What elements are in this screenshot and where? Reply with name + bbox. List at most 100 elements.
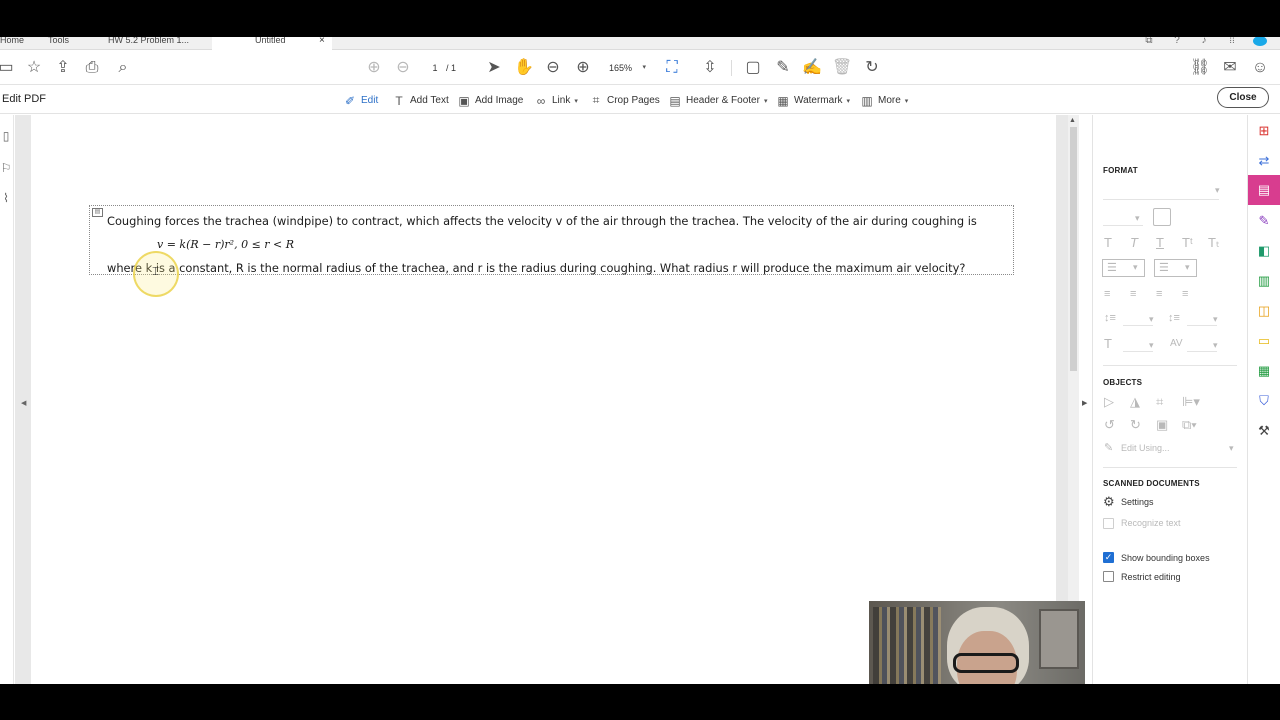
problem-text-line-1[interactable]: Coughing forces the trachea (windpipe) t… xyxy=(107,214,977,228)
vertical-scrollbar[interactable]: ▲ xyxy=(1068,115,1079,684)
crop-object-icon[interactable]: ⌗ xyxy=(1156,395,1163,409)
header-footer-button[interactable]: ▤ Header & Footer ▾ xyxy=(668,93,767,108)
align-justify-icon[interactable]: ≡ xyxy=(1182,287,1188,301)
flip-horizontal-icon[interactable]: ▷ xyxy=(1104,395,1114,409)
horizontal-scale-icon[interactable]: T xyxy=(1104,337,1112,351)
tab-untitled[interactable]: Untitled xyxy=(212,37,332,50)
print-icon[interactable]: ⎙ xyxy=(82,58,102,78)
expand-right-icon[interactable]: ▶ xyxy=(1082,399,1087,407)
zoom-select[interactable]: 165% ▾ xyxy=(604,60,650,76)
prev-page-icon[interactable]: ⊕ xyxy=(364,58,384,78)
char-spacing-select[interactable] xyxy=(1187,351,1217,352)
highlight-icon[interactable]: ✎ xyxy=(773,58,793,78)
show-bounding-boxes-checkbox[interactable]: ✓ xyxy=(1103,552,1114,563)
scroll-up-icon[interactable]: ▲ xyxy=(1069,117,1076,124)
star-icon[interactable]: ☆ xyxy=(24,58,44,78)
close-button[interactable]: Close xyxy=(1217,87,1269,108)
scan-ocr-icon[interactable]: ▦ xyxy=(1256,363,1272,379)
edit-tool-button[interactable]: ✐ Edit xyxy=(343,93,378,108)
more-button[interactable]: ▥ More ▾ xyxy=(860,93,908,108)
user-icon[interactable]: ☺ xyxy=(1250,58,1270,78)
combine-files-icon[interactable]: ◫ xyxy=(1256,303,1272,319)
fill-sign-icon[interactable]: ✎ xyxy=(1256,213,1272,229)
more-tools-icon[interactable]: ⚒ xyxy=(1256,423,1272,439)
protect-icon[interactable]: ⛉ xyxy=(1256,393,1272,409)
tab-home[interactable]: Home xyxy=(0,37,44,50)
page-number-input[interactable]: 1 xyxy=(424,60,446,76)
tab-tools[interactable]: Tools xyxy=(48,37,88,50)
replace-image-icon[interactable]: ▣ xyxy=(1156,418,1168,432)
hand-icon[interactable]: ✋ xyxy=(514,58,534,78)
send-review-icon[interactable]: ◧ xyxy=(1256,243,1272,259)
page-thumbnails-icon[interactable]: ▯ xyxy=(0,129,12,143)
paragraph-spacing-icon[interactable]: ↕≡ xyxy=(1168,311,1180,325)
settings-link[interactable]: Settings xyxy=(1121,497,1154,507)
restrict-editing-checkbox[interactable] xyxy=(1103,571,1114,582)
line-spacing-select[interactable] xyxy=(1123,325,1153,326)
text-superscript-icon[interactable]: Tᵗ xyxy=(1182,236,1193,250)
edit-pdf-rail-icon[interactable]: ▤ xyxy=(1256,182,1272,198)
share-window-icon[interactable]: ⧉ xyxy=(1143,37,1155,46)
zoom-in-icon[interactable]: ⊕ xyxy=(573,58,593,78)
bookmark-icon[interactable]: ⚐ xyxy=(0,161,12,175)
comment-icon[interactable]: ▢ xyxy=(743,58,763,78)
create-pdf-icon[interactable]: ⊞ xyxy=(1256,123,1272,139)
gear-icon[interactable]: ⚙ xyxy=(1103,495,1115,509)
pdf-page[interactable] xyxy=(31,115,1056,684)
add-image-button[interactable]: ▣ Add Image xyxy=(457,93,523,108)
font-family-select[interactable] xyxy=(1103,199,1219,200)
rotate-cw-icon[interactable]: ↻ xyxy=(1130,418,1141,432)
text-underline-icon[interactable]: T xyxy=(1156,236,1164,250)
font-help-icon[interactable] xyxy=(1153,208,1171,226)
bell-icon[interactable]: ♪ xyxy=(1198,37,1210,46)
velocity-formula[interactable]: v = k(R − r)r², 0 ≤ r < R xyxy=(157,238,294,251)
char-spacing-icon[interactable]: AV xyxy=(1170,337,1183,351)
select-icon[interactable]: ➤ xyxy=(484,58,504,78)
attachment-icon[interactable]: ⌇ xyxy=(0,191,12,205)
link-button[interactable]: ∞ Link ▾ xyxy=(534,93,578,108)
text-subscript-icon[interactable]: Tₜ xyxy=(1208,236,1220,250)
problem-text-line-2[interactable]: where k is a constant, R is the normal r… xyxy=(107,261,965,275)
comment-rail-icon[interactable]: ▭ xyxy=(1256,333,1272,349)
search-icon[interactable]: ⌕ xyxy=(113,58,133,78)
rotate-icon[interactable]: ↻ xyxy=(862,58,882,78)
flip-vertical-icon[interactable]: ◮ xyxy=(1130,395,1140,409)
edit-using-select[interactable]: Edit Using... xyxy=(1121,443,1170,453)
text-bold-icon[interactable]: T xyxy=(1104,236,1112,250)
export-pdf-icon[interactable]: ⇄ xyxy=(1256,153,1272,169)
scrollbar-thumb[interactable] xyxy=(1070,127,1077,371)
watermark-button[interactable]: ▦ Watermark ▾ xyxy=(776,93,850,108)
zoom-out-icon[interactable]: ⊖ xyxy=(543,58,563,78)
upload-icon[interactable]: ⇪ xyxy=(53,58,73,78)
recognize-text-checkbox[interactable] xyxy=(1103,518,1114,529)
crop-pages-button[interactable]: ⌗ Crop Pages xyxy=(589,93,660,108)
arrange-icon[interactable]: ⧉▾ xyxy=(1182,418,1197,432)
tab-close-icon[interactable]: × xyxy=(319,37,325,46)
text-italic-icon[interactable]: T xyxy=(1130,236,1138,250)
align-left-icon[interactable]: ≡ xyxy=(1104,287,1110,301)
paragraph-spacing-select[interactable] xyxy=(1187,325,1217,326)
collapse-left-icon[interactable]: ◀ xyxy=(21,399,26,407)
horizontal-scale-select[interactable] xyxy=(1123,351,1153,352)
font-size-select[interactable] xyxy=(1103,225,1143,226)
document-viewer[interactable]: ◀ xyxy=(15,115,1068,684)
tab-hw-problem[interactable]: HW 5.2 Problem 1... xyxy=(108,37,208,50)
line-spacing-icon[interactable]: ↕≡ xyxy=(1104,311,1116,325)
account-avatar-icon[interactable] xyxy=(1253,37,1267,46)
organize-pages-icon[interactable]: ▥ xyxy=(1256,273,1272,289)
delete-icon[interactable]: 🗑 xyxy=(832,58,852,78)
align-objects-icon[interactable]: ⊫▾ xyxy=(1182,395,1200,409)
sign-icon[interactable]: ✍ xyxy=(802,58,822,78)
scroll-icon[interactable]: ⇳ xyxy=(700,58,720,78)
next-page-icon[interactable]: ⊖ xyxy=(393,58,413,78)
align-right-icon[interactable]: ≡ xyxy=(1156,287,1162,301)
align-center-icon[interactable]: ≡ xyxy=(1130,287,1136,301)
rotate-ccw-icon[interactable]: ↺ xyxy=(1104,418,1115,432)
link-share-icon[interactable]: ⛓ xyxy=(1190,58,1210,78)
fit-icon[interactable]: ⛶ xyxy=(662,58,682,78)
apps-grid-icon[interactable]: ⁞⁞ xyxy=(1226,37,1238,46)
save-icon[interactable]: ▭ xyxy=(0,58,16,78)
email-icon[interactable]: ✉ xyxy=(1220,58,1240,78)
add-text-button[interactable]: T Add Text xyxy=(392,93,448,108)
help-icon[interactable]: ? xyxy=(1171,37,1183,46)
